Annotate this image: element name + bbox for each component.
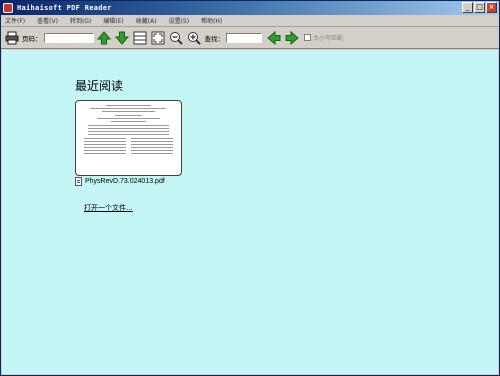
arrow-right-icon bbox=[285, 30, 299, 45]
next-page-button[interactable] bbox=[115, 30, 130, 45]
match-case-label: 大小写匹配 bbox=[313, 35, 344, 42]
recent-file-item[interactable]: PhysRevD.73.024013.pdf bbox=[75, 177, 165, 186]
menu-file[interactable]: 文件(F) bbox=[5, 16, 25, 25]
fit-width-icon bbox=[133, 31, 147, 44]
find-previous-button[interactable] bbox=[266, 30, 281, 45]
app-window: Haihaisoft PDF Reader _ □ × 文件(F) 查看(V) … bbox=[0, 0, 500, 376]
search-label: 查找： bbox=[204, 34, 225, 43]
menu-favorites[interactable]: 收藏(A) bbox=[136, 16, 157, 25]
app-icon bbox=[3, 3, 13, 13]
fit-page-button[interactable] bbox=[151, 30, 166, 45]
maximize-button[interactable]: □ bbox=[474, 2, 485, 13]
print-button[interactable] bbox=[4, 30, 19, 45]
printer-icon bbox=[5, 31, 18, 44]
toolbar: 页码： 查找： 大小写匹配 bbox=[1, 27, 499, 49]
open-file-link[interactable]: 打开一个文件... bbox=[84, 203, 133, 213]
window-title: Haihaisoft PDF Reader bbox=[17, 4, 112, 12]
main-content: 最近阅读 PhysRevD.73.024013.pdf 打开一个文件... bbox=[2, 50, 498, 374]
close-button[interactable]: × bbox=[486, 2, 497, 13]
zoom-in-icon bbox=[188, 31, 201, 45]
recent-file-thumbnail[interactable] bbox=[75, 100, 182, 176]
fit-page-icon bbox=[151, 31, 165, 44]
menu-bar: 文件(F) 查看(V) 转到(G) 编辑(E) 收藏(A) 设置(S) 帮助(H… bbox=[1, 15, 499, 27]
checkbox-box bbox=[304, 34, 311, 41]
menu-edit[interactable]: 编辑(E) bbox=[103, 16, 123, 25]
minimize-button[interactable]: _ bbox=[462, 2, 473, 13]
page-label: 页码： bbox=[22, 34, 42, 43]
title-bar: Haihaisoft PDF Reader _ □ × bbox=[1, 1, 499, 15]
zoom-out-button[interactable] bbox=[169, 30, 184, 45]
menu-help[interactable]: 帮助(H) bbox=[201, 16, 222, 25]
search-input[interactable] bbox=[226, 32, 262, 43]
pdf-file-icon bbox=[75, 177, 82, 186]
menu-goto[interactable]: 转到(G) bbox=[70, 16, 91, 25]
match-case-checkbox[interactable]: 大小写匹配 bbox=[304, 33, 343, 42]
previous-page-button[interactable] bbox=[97, 30, 112, 45]
zoom-out-icon bbox=[170, 31, 183, 45]
recent-file-name: PhysRevD.73.024013.pdf bbox=[85, 178, 165, 185]
find-next-button[interactable] bbox=[284, 30, 299, 45]
fit-width-button[interactable] bbox=[133, 30, 148, 45]
arrow-left-icon bbox=[266, 30, 280, 45]
zoom-in-button[interactable] bbox=[187, 30, 202, 45]
arrow-down-icon bbox=[115, 31, 129, 45]
menu-settings[interactable]: 设置(S) bbox=[169, 16, 190, 25]
arrow-up-icon bbox=[97, 30, 111, 44]
menu-view[interactable]: 查看(V) bbox=[37, 16, 58, 25]
page-number-input[interactable] bbox=[43, 32, 94, 43]
recent-reading-title: 最近阅读 bbox=[75, 79, 124, 93]
